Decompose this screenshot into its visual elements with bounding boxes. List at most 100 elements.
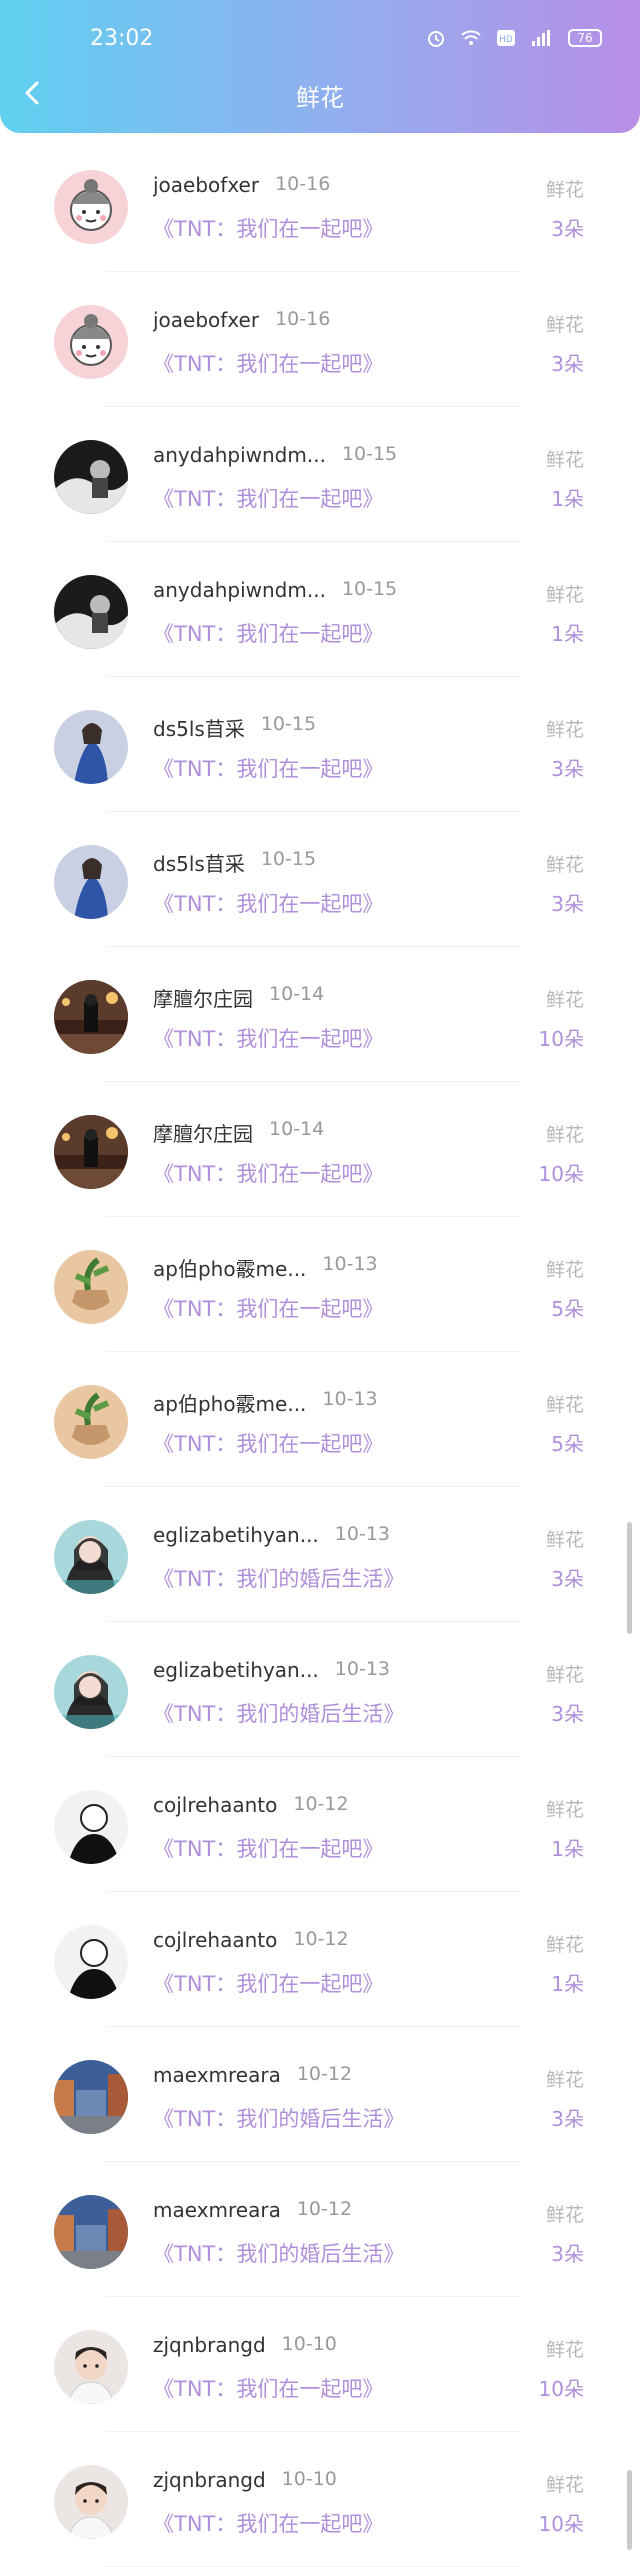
book-title-link[interactable]: 《TNT：我们在一起吧》	[153, 213, 383, 243]
list-item[interactable]: ds5ls苜采 10-15 《TNT：我们在一起吧》 鲜花 3朵	[0, 812, 640, 947]
gift-date: 10-15	[260, 848, 317, 870]
user-name[interactable]: zjqnbrangd	[153, 2468, 266, 2492]
book-title-link[interactable]: 《TNT：我们的婚后生活》	[153, 2238, 404, 2268]
book-title-link[interactable]: 《TNT：我们在一起吧》	[153, 483, 383, 513]
book-title-link[interactable]: 《TNT：我们的婚后生活》	[153, 1698, 404, 1728]
gift-date: 10-10	[281, 2468, 337, 2490]
user-name[interactable]: anydahpiwndm...	[153, 578, 326, 602]
avatar[interactable]	[54, 2060, 128, 2134]
gift-count: 3朵	[551, 2242, 584, 2266]
gift-type: 鲜花	[545, 1259, 584, 1281]
scrollbar-mid[interactable]	[627, 1522, 632, 1634]
book-title-link[interactable]: 《TNT：我们在一起吧》	[153, 753, 383, 783]
gift-date: 10-10	[281, 2333, 337, 2355]
header-bar: 23:02 HD 76 鲜花	[0, 0, 640, 133]
avatar[interactable]	[54, 1520, 128, 1594]
book-title-link[interactable]: 《TNT：我们在一起吧》	[153, 1293, 383, 1323]
user-name[interactable]: ap伯pho霰me...	[153, 1388, 306, 1417]
book-title-link[interactable]: 《TNT：我们在一起吧》	[153, 2373, 383, 2403]
avatar[interactable]	[54, 170, 128, 244]
avatar[interactable]	[54, 1790, 128, 1864]
book-title-link[interactable]: 《TNT：我们在一起吧》	[153, 2508, 383, 2538]
gift-count: 3朵	[551, 217, 584, 241]
user-name[interactable]: cojlrehaanto	[153, 1928, 277, 1952]
gift-count: 3朵	[551, 757, 584, 781]
avatar[interactable]	[54, 710, 128, 784]
wifi-icon	[460, 29, 482, 47]
avatar[interactable]	[54, 1385, 128, 1459]
user-name[interactable]: ap伯pho霰me...	[153, 1253, 306, 1282]
user-name[interactable]: 摩膻尔庄园	[153, 1118, 253, 1147]
list-item[interactable]: ap伯pho霰me... 10-13 《TNT：我们在一起吧》 鲜花 5朵	[0, 1352, 640, 1487]
book-title-link[interactable]: 《TNT：我们在一起吧》	[153, 1968, 383, 1998]
gift-count: 1朵	[551, 622, 584, 646]
book-title-link[interactable]: 《TNT：我们的婚后生活》	[153, 2103, 404, 2133]
list-item[interactable]: maexmreara 10-12 《TNT：我们的婚后生活》 鲜花 3朵	[0, 2027, 640, 2162]
list-item[interactable]: joaebofxer 10-16 《TNT：我们在一起吧》 鲜花 3朵	[0, 137, 640, 272]
user-name[interactable]: zjqnbrangd	[153, 2333, 266, 2357]
gift-count: 1朵	[551, 487, 584, 511]
scrollbar-bottom[interactable]	[627, 2470, 632, 2550]
list-item[interactable]: maexmreara 10-12 《TNT：我们的婚后生活》 鲜花 3朵	[0, 2162, 640, 2297]
book-title-link[interactable]: 《TNT：我们在一起吧》	[153, 1158, 383, 1188]
user-name[interactable]: cojlrehaanto	[153, 1793, 277, 1817]
avatar[interactable]	[54, 440, 128, 514]
alarm-icon	[426, 28, 446, 48]
book-title-link[interactable]: 《TNT：我们的婚后生活》	[153, 1563, 404, 1593]
list-item[interactable]: zjqnbrangd 10-10 《TNT：我们在一起吧》 鲜花 10朵	[0, 2432, 640, 2567]
hd-icon: HD	[496, 29, 516, 47]
user-name[interactable]: joaebofxer	[153, 308, 259, 332]
list-item[interactable]: eglizabetihyan... 10-13 《TNT：我们的婚后生活》 鲜花 3朵	[0, 1487, 640, 1622]
list-item[interactable]: joaebofxer 10-16 《TNT：我们在一起吧》 鲜花 3朵	[0, 272, 640, 407]
gift-count: 10朵	[538, 2512, 584, 2536]
list-item[interactable]: 摩膻尔庄园 10-14 《TNT：我们在一起吧》 鲜花 10朵	[0, 1082, 640, 1217]
avatar[interactable]	[54, 2195, 128, 2269]
gift-count: 5朵	[551, 1297, 584, 1321]
gift-count: 3朵	[551, 892, 584, 916]
user-name[interactable]: maexmreara	[153, 2198, 281, 2222]
avatar[interactable]	[54, 2330, 128, 2404]
signal-icon	[530, 29, 554, 47]
user-name[interactable]: ds5ls苜采	[153, 848, 245, 877]
book-title-link[interactable]: 《TNT：我们在一起吧》	[153, 888, 383, 918]
avatar[interactable]	[54, 980, 128, 1054]
avatar[interactable]	[54, 1250, 128, 1324]
gift-count: 3朵	[551, 2107, 584, 2131]
list-item[interactable]: anydahpiwndm... 10-15 《TNT：我们在一起吧》 鲜花 1朵	[0, 542, 640, 677]
avatar[interactable]	[54, 1925, 128, 1999]
book-title-link[interactable]: 《TNT：我们在一起吧》	[153, 618, 383, 648]
user-name[interactable]: 摩膻尔庄园	[153, 983, 253, 1012]
user-name[interactable]: eglizabetihyan...	[153, 1658, 319, 1682]
gift-date: 10-14	[269, 1118, 325, 1140]
list-item[interactable]: eglizabetihyan... 10-13 《TNT：我们的婚后生活》 鲜花 3朵	[0, 1622, 640, 1757]
list-item[interactable]: cojlrehaanto 10-12 《TNT：我们在一起吧》 鲜花 1朵	[0, 1892, 640, 2027]
avatar[interactable]	[54, 1655, 128, 1729]
list-item[interactable]: cojlrehaanto 10-12 《TNT：我们在一起吧》 鲜花 1朵	[0, 1757, 640, 1892]
avatar[interactable]	[54, 2465, 128, 2539]
avatar[interactable]	[54, 305, 128, 379]
gift-count: 10朵	[538, 1162, 584, 1186]
book-title-link[interactable]: 《TNT：我们在一起吧》	[153, 1833, 383, 1863]
gift-type: 鲜花	[545, 1394, 584, 1416]
book-title-link[interactable]: 《TNT：我们在一起吧》	[153, 1428, 383, 1458]
user-name[interactable]: joaebofxer	[153, 173, 259, 197]
avatar[interactable]	[54, 1115, 128, 1189]
book-title-link[interactable]: 《TNT：我们在一起吧》	[153, 1023, 383, 1053]
user-name[interactable]: eglizabetihyan...	[153, 1523, 319, 1547]
gift-type: 鲜花	[545, 2339, 584, 2361]
user-name[interactable]: ds5ls苜采	[153, 713, 245, 742]
list-item[interactable]: ap伯pho霰me... 10-13 《TNT：我们在一起吧》 鲜花 5朵	[0, 1217, 640, 1352]
list-item[interactable]: 摩膻尔庄园 10-14 《TNT：我们在一起吧》 鲜花 10朵	[0, 947, 640, 1082]
list-item[interactable]: ds5ls苜采 10-15 《TNT：我们在一起吧》 鲜花 3朵	[0, 677, 640, 812]
book-title-link[interactable]: 《TNT：我们在一起吧》	[153, 348, 383, 378]
avatar[interactable]	[54, 845, 128, 919]
list-item[interactable]: zjqnbrangd 10-10 《TNT：我们在一起吧》 鲜花 10朵	[0, 2297, 640, 2432]
avatar[interactable]	[54, 575, 128, 649]
gift-count: 3朵	[551, 352, 584, 376]
gift-type: 鲜花	[545, 1664, 584, 1686]
user-name[interactable]: maexmreara	[153, 2063, 281, 2087]
gift-type: 鲜花	[545, 2069, 584, 2091]
gift-record-list[interactable]: joaebofxer 10-16 《TNT：我们在一起吧》 鲜花 3朵 joaebofxe…	[0, 137, 640, 2567]
list-item[interactable]: anydahpiwndm... 10-15 《TNT：我们在一起吧》 鲜花 1朵	[0, 407, 640, 542]
user-name[interactable]: anydahpiwndm...	[153, 443, 326, 467]
